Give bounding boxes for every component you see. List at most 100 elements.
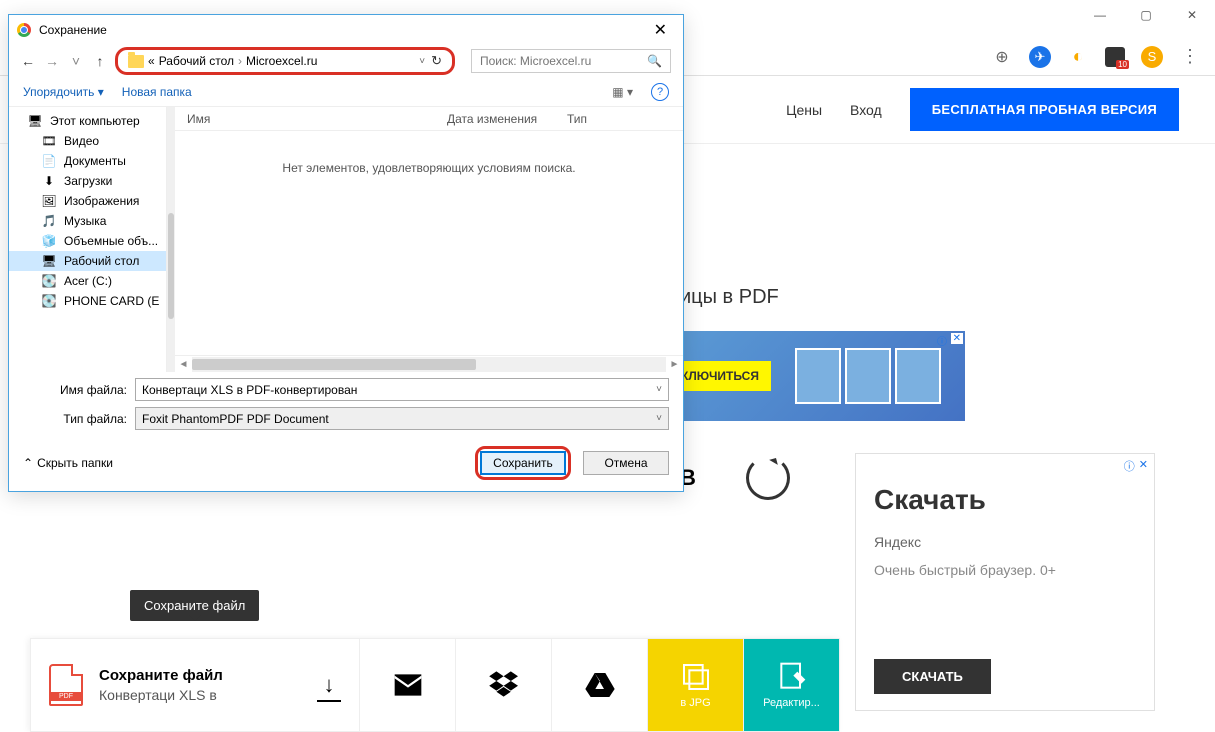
dialog-nav: ← → ˅ ↑ « Рабочий стол › Microexcel.ru ˅…: [9, 45, 683, 77]
tree-item[interactable]: 💽PHONE CARD (E: [9, 291, 166, 311]
breadcrumb-prefix: «: [148, 54, 155, 68]
action-jpg-label: в JPG: [680, 697, 710, 709]
tree-item[interactable]: 🎵 Музыка: [9, 211, 166, 231]
hide-folders-toggle[interactable]: ⌃ Скрыть папки: [23, 456, 113, 470]
tree-scrollbar[interactable]: [167, 107, 175, 372]
filetype-label: Тип файла:: [23, 412, 135, 426]
email-icon: [392, 669, 424, 701]
profile-avatar[interactable]: S: [1141, 46, 1163, 68]
tree-item[interactable]: 🖼Изображения: [9, 191, 166, 211]
edit-icon: [776, 661, 808, 693]
organize-button[interactable]: Упорядочить ▾: [23, 85, 104, 99]
tree-item-icon: 🎵: [41, 214, 57, 228]
tree-item[interactable]: 🖥Этот компьютер: [9, 111, 166, 131]
trial-button[interactable]: БЕСПЛАТНАЯ ПРОБНАЯ ВЕРСИЯ: [910, 88, 1179, 131]
tree-item[interactable]: 💽Acer (C:): [9, 271, 166, 291]
tree-item-label: Документы: [64, 154, 126, 168]
save-button-highlight: Сохранить: [475, 446, 571, 480]
save-button[interactable]: Сохранить: [480, 451, 566, 475]
tree-item-label: Объемные объ...: [64, 234, 158, 248]
search-box[interactable]: 🔍: [471, 49, 671, 73]
action-drive[interactable]: [552, 638, 648, 732]
window-maximize[interactable]: ▢: [1123, 0, 1169, 30]
column-headers[interactable]: Имя Дата изменения Тип: [175, 107, 683, 131]
breadcrumb-part-2[interactable]: Microexcel.ru: [246, 54, 317, 68]
col-date[interactable]: Дата изменения: [447, 112, 567, 126]
tree-item[interactable]: 📄Документы: [9, 151, 166, 171]
window-minimize[interactable]: —: [1077, 0, 1123, 30]
nav-login[interactable]: Вход: [850, 102, 882, 118]
ad-banner[interactable]: КЛЮЧИТЬСЯ ⓘ ✕: [665, 331, 965, 421]
filetype-select[interactable]: Foxit PhantomPDF PDF Document˅: [135, 407, 669, 430]
action-email[interactable]: [360, 638, 456, 732]
sidebar-ad: ⓘ ✕ Скачать Яндекс Очень быстрый браузер…: [855, 453, 1155, 711]
help-icon[interactable]: ?: [651, 83, 669, 101]
view-options-button[interactable]: ▦ ▾: [612, 85, 633, 99]
nav-prices[interactable]: Цены: [786, 102, 822, 118]
tree-item-label: Музыка: [64, 214, 106, 228]
ad-close-icon[interactable]: ✕: [1139, 458, 1148, 474]
col-name[interactable]: Имя: [187, 112, 447, 126]
tree-item-icon: 🖼: [41, 194, 57, 208]
action-dropbox[interactable]: [456, 638, 552, 732]
breadcrumb[interactable]: « Рабочий стол › Microexcel.ru ˅ ↻: [122, 53, 448, 69]
zoom-icon[interactable]: ⊕: [991, 46, 1013, 68]
breadcrumb-dropdown-icon[interactable]: ˅: [419, 56, 425, 67]
action-jpg[interactable]: в JPG: [648, 638, 744, 732]
chevron-down-icon[interactable]: ˅: [656, 413, 662, 424]
nav-forward-icon[interactable]: →: [43, 53, 61, 69]
search-icon[interactable]: 🔍: [647, 54, 662, 68]
breadcrumb-highlight: « Рабочий стол › Microexcel.ru ˅ ↻: [115, 47, 455, 75]
nav-up-arrow-icon[interactable]: ↑: [91, 53, 109, 69]
ad-close-icon[interactable]: ✕: [951, 333, 963, 344]
ad-download-button[interactable]: СКАЧАТЬ: [874, 659, 991, 694]
save-file-title: Сохраните файл: [99, 667, 223, 684]
ad-info-icon[interactable]: ⓘ: [937, 333, 947, 348]
action-bar: Сохраните файл Конвертаци XLS в ↓ в JPG …: [30, 638, 840, 732]
dropbox-icon: [488, 669, 520, 701]
breadcrumb-part-1[interactable]: Рабочий стол: [159, 54, 234, 68]
scroll-right-icon[interactable]: ►: [666, 359, 683, 370]
ad-title: Скачать: [874, 484, 1136, 516]
action-edit[interactable]: Редактир...: [744, 638, 840, 732]
tree-item-icon: 🎞: [41, 134, 57, 148]
extension-icon-1[interactable]: ◐: [1067, 46, 1089, 68]
col-type[interactable]: Тип: [567, 112, 671, 126]
folder-tree[interactable]: 🖥Этот компьютер🎞Видео📄Документы⬇Загрузки…: [9, 107, 167, 372]
tree-item-icon: ⬇: [41, 174, 57, 188]
ad-info-icon[interactable]: ⓘ: [1124, 458, 1135, 474]
extension-badge-icon[interactable]: [1105, 47, 1125, 67]
new-folder-button[interactable]: Новая папка: [122, 85, 192, 99]
tree-item[interactable]: ⬇Загрузки: [9, 171, 166, 191]
refresh-icon[interactable]: ↻: [431, 53, 442, 69]
google-drive-icon: [584, 669, 616, 701]
search-input[interactable]: [480, 54, 647, 68]
cancel-button[interactable]: Отмена: [583, 451, 669, 475]
tree-item[interactable]: 🎞Видео: [9, 131, 166, 151]
hero-text-fragment: ицы в PDF: [680, 286, 779, 309]
nav-back-icon[interactable]: ←: [19, 53, 37, 69]
save-dialog: Сохранение ✕ ← → ˅ ↑ « Рабочий стол › Mi…: [8, 14, 684, 492]
messenger-icon[interactable]: ✈: [1029, 46, 1051, 68]
tree-item-label: PHONE CARD (E: [64, 294, 159, 308]
window-close[interactable]: ✕: [1169, 0, 1215, 30]
tooltip: Сохраните файл: [130, 590, 259, 621]
filename-input[interactable]: Конвертаци XLS в PDF-конвертирован˅: [135, 378, 669, 401]
dialog-footer: ⌃ Скрыть папки Сохранить Отмена: [9, 436, 683, 490]
dialog-close-icon[interactable]: ✕: [646, 20, 675, 40]
horizontal-scrollbar[interactable]: ◄ ►: [175, 355, 683, 372]
tree-item-label: Рабочий стол: [64, 254, 139, 268]
scroll-left-icon[interactable]: ◄: [175, 359, 192, 370]
tree-item-icon: 🧊: [41, 234, 57, 248]
save-file-card[interactable]: Сохраните файл Конвертаци XLS в ↓: [30, 638, 360, 732]
nav-up-icon[interactable]: ˅: [67, 53, 85, 69]
chevron-down-icon[interactable]: ˅: [656, 384, 662, 395]
file-list-area: Имя Дата изменения Тип Нет элементов, уд…: [175, 107, 683, 372]
ad-cta-button[interactable]: КЛЮЧИТЬСЯ: [669, 361, 771, 391]
tree-item[interactable]: 🧊 Объемные объ...: [9, 231, 166, 251]
empty-message: Нет элементов, удовлетворяющих условиям …: [175, 131, 683, 355]
action-edit-label: Редактир...: [763, 697, 820, 709]
tree-item-label: Этот компьютер: [50, 114, 140, 128]
kebab-menu-icon[interactable]: ⋮: [1179, 46, 1201, 68]
tree-item[interactable]: 🖥Рабочий стол: [9, 251, 166, 271]
